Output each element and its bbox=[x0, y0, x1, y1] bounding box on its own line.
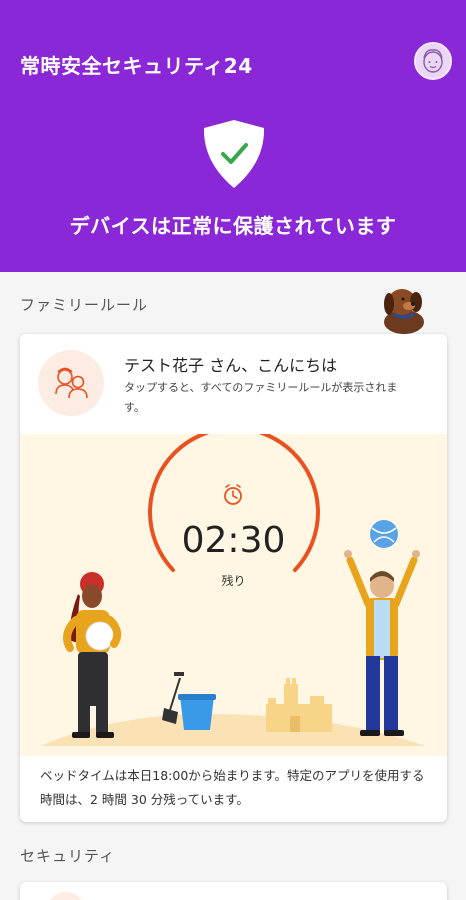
clock-icon bbox=[224, 484, 242, 505]
timer-remaining-value: 02:30 bbox=[181, 520, 286, 561]
protection-status: デバイスは正常に保護されています bbox=[69, 214, 397, 238]
family-rules-card-header[interactable]: テスト花子 さん、こんにちは タップすると、すべてのファミリールールが表示されま… bbox=[20, 334, 447, 434]
dog-mascot-icon bbox=[384, 289, 424, 334]
sandcastle-illustration bbox=[266, 678, 332, 732]
greeting-text: テスト花子 さん、こんにちは bbox=[124, 356, 338, 375]
timer-remaining-label: 残り bbox=[221, 574, 246, 588]
child-left-illustration bbox=[63, 572, 122, 738]
family-rules-card[interactable]: テスト花子 さん、こんにちは タップすると、すべてのファミリールールが表示されま… bbox=[20, 334, 447, 822]
family-icon bbox=[38, 350, 104, 416]
bucket-illustration bbox=[178, 694, 216, 730]
security-heading: セキュリティ bbox=[20, 847, 116, 865]
family-rules-heading: ファミリールール bbox=[20, 296, 149, 314]
bedtime-description: ベッドタイムは本日18:00から始まります。特定のアプリを使用する時間は、2 時… bbox=[40, 768, 425, 807]
app-header: 常時安全セキュリティ24 デバイスは正常に保護されています bbox=[0, 0, 466, 272]
security-icon bbox=[46, 892, 86, 900]
child-avatar-icon[interactable] bbox=[414, 42, 452, 80]
screen-time-illustration: 02:30 残り bbox=[20, 434, 447, 756]
app-title: 常時安全セキュリティ24 bbox=[20, 54, 253, 78]
greeting-subtitle: タップすると、すべてのファミリールールが表示されます。 bbox=[124, 381, 398, 414]
shield-check-icon bbox=[203, 120, 265, 188]
security-card[interactable] bbox=[20, 882, 447, 900]
